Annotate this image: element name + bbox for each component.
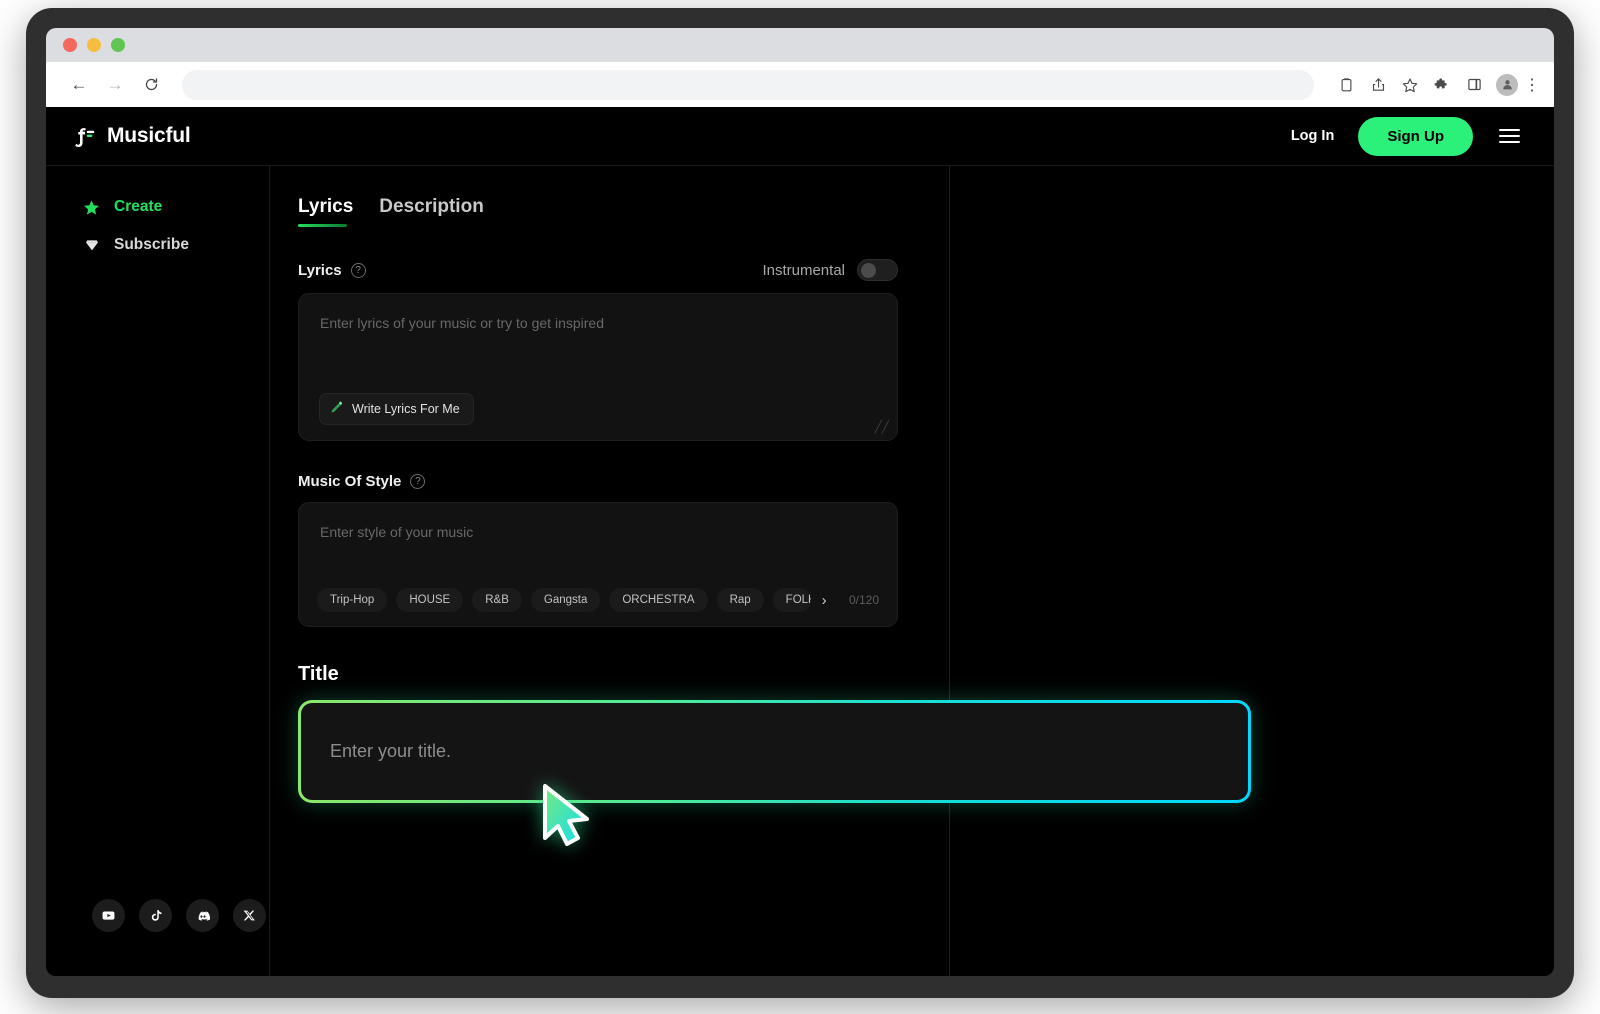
style-placeholder: Enter style of your music bbox=[320, 524, 474, 540]
style-chip[interactable]: FOLK bbox=[772, 588, 811, 612]
chevron-right-icon[interactable]: › bbox=[822, 592, 827, 609]
toggle-knob bbox=[861, 262, 876, 278]
style-chip[interactable]: ORCHESTRA bbox=[609, 588, 708, 612]
main-content: Lyrics Description Lyrics ? Instrumental bbox=[270, 166, 1554, 976]
tiktok-icon[interactable] bbox=[139, 899, 172, 932]
style-character-counter: 0/120 bbox=[848, 593, 879, 607]
header-actions: Log In Sign Up bbox=[1291, 116, 1520, 156]
lyrics-label: Lyrics bbox=[298, 261, 342, 279]
resize-handle[interactable]: ╱╱ bbox=[875, 420, 889, 434]
style-label: Music Of Style bbox=[298, 473, 402, 490]
profile-avatar-icon[interactable] bbox=[1496, 73, 1518, 96]
address-bar[interactable] bbox=[182, 69, 1314, 100]
title-input[interactable]: Enter your title. bbox=[301, 703, 1248, 800]
login-link[interactable]: Log In bbox=[1291, 128, 1335, 144]
window-close-button[interactable] bbox=[63, 38, 77, 52]
brand-name: Musicful bbox=[107, 124, 191, 147]
app-body: Create Subscribe Lyrics Description Lyri… bbox=[46, 166, 1554, 976]
side-panel-icon[interactable] bbox=[1460, 71, 1488, 99]
style-label-row: Music Of Style ? bbox=[298, 473, 949, 490]
style-textarea[interactable]: Enter style of your music Trip-Hop HOUSE… bbox=[298, 502, 898, 627]
editor-tabs: Lyrics Description bbox=[298, 196, 949, 227]
lyrics-placeholder: Enter lyrics of your music or try to get… bbox=[320, 315, 604, 331]
preview-panel bbox=[950, 166, 1554, 976]
star-icon bbox=[83, 199, 100, 216]
social-links bbox=[46, 899, 269, 976]
reload-icon[interactable] bbox=[136, 70, 166, 100]
tab-lyrics[interactable]: Lyrics bbox=[298, 196, 353, 227]
sidebar: Create Subscribe bbox=[46, 166, 270, 976]
style-chip[interactable]: HOUSE bbox=[396, 588, 464, 612]
browser-viewport: ← → ⋮ Musicful Log In Sign Up Create Sub… bbox=[46, 28, 1554, 976]
instrumental-label: Instrumental bbox=[762, 261, 845, 279]
style-chip[interactable]: Trip-Hop bbox=[317, 588, 388, 612]
lyrics-label-row: Lyrics ? Instrumental bbox=[298, 259, 949, 281]
discord-icon[interactable] bbox=[186, 899, 219, 932]
sidebar-item-subscribe[interactable]: Subscribe bbox=[46, 226, 269, 264]
write-lyrics-for-me-button[interactable]: Write Lyrics For Me bbox=[319, 393, 474, 425]
youtube-icon[interactable] bbox=[92, 899, 125, 932]
pencil-icon bbox=[329, 400, 344, 418]
gem-icon bbox=[83, 237, 100, 254]
sidebar-item-create-label: Create bbox=[114, 198, 163, 215]
style-chip[interactable]: R&B bbox=[472, 588, 522, 612]
x-twitter-icon[interactable] bbox=[233, 899, 266, 932]
lyrics-textarea[interactable]: Enter lyrics of your music or try to get… bbox=[298, 293, 898, 441]
lyrics-help-icon[interactable]: ? bbox=[350, 262, 366, 278]
editor-column: Lyrics Description Lyrics ? Instrumental bbox=[270, 166, 1251, 976]
musicful-logo-icon bbox=[75, 127, 95, 147]
share-icon[interactable] bbox=[1364, 71, 1392, 99]
tab-description[interactable]: Description bbox=[379, 196, 484, 227]
window-maximize-button[interactable] bbox=[111, 38, 125, 52]
extensions-puzzle-icon[interactable] bbox=[1428, 71, 1456, 99]
style-chip[interactable]: Rap bbox=[716, 588, 764, 612]
hamburger-menu-icon[interactable] bbox=[1497, 128, 1520, 144]
bookmark-star-icon[interactable] bbox=[1396, 71, 1424, 99]
browser-menu-icon[interactable]: ⋮ bbox=[1524, 75, 1540, 95]
sidebar-item-subscribe-label: Subscribe bbox=[114, 236, 189, 253]
signup-button[interactable]: Sign Up bbox=[1358, 116, 1473, 156]
browser-window-frame: ← → ⋮ Musicful Log In Sign Up Create Sub… bbox=[26, 8, 1574, 998]
forward-icon[interactable]: → bbox=[100, 70, 130, 100]
app-header: Musicful Log In Sign Up bbox=[46, 107, 1554, 166]
title-heading: Title bbox=[298, 663, 339, 685]
title-field-focus-ring: Enter your title. bbox=[298, 700, 1251, 803]
instrumental-toggle[interactable] bbox=[857, 259, 898, 281]
window-minimize-button[interactable] bbox=[87, 38, 101, 52]
style-chips-row: Trip-Hop HOUSE R&B Gangsta ORCHESTRA Rap… bbox=[317, 588, 885, 612]
window-titlebar bbox=[46, 28, 1554, 62]
style-chip[interactable]: Gangsta bbox=[530, 588, 601, 612]
back-icon[interactable]: ← bbox=[64, 70, 94, 100]
clipboard-icon[interactable] bbox=[1332, 71, 1360, 99]
app-page: Musicful Log In Sign Up Create Subscribe… bbox=[46, 107, 1554, 976]
write-lyrics-label: Write Lyrics For Me bbox=[352, 402, 460, 416]
brand-logo[interactable]: Musicful bbox=[73, 124, 191, 149]
sidebar-item-create[interactable]: Create bbox=[46, 188, 269, 226]
style-help-icon[interactable]: ? bbox=[410, 474, 426, 489]
browser-toolbar: ← → ⋮ bbox=[46, 62, 1554, 107]
